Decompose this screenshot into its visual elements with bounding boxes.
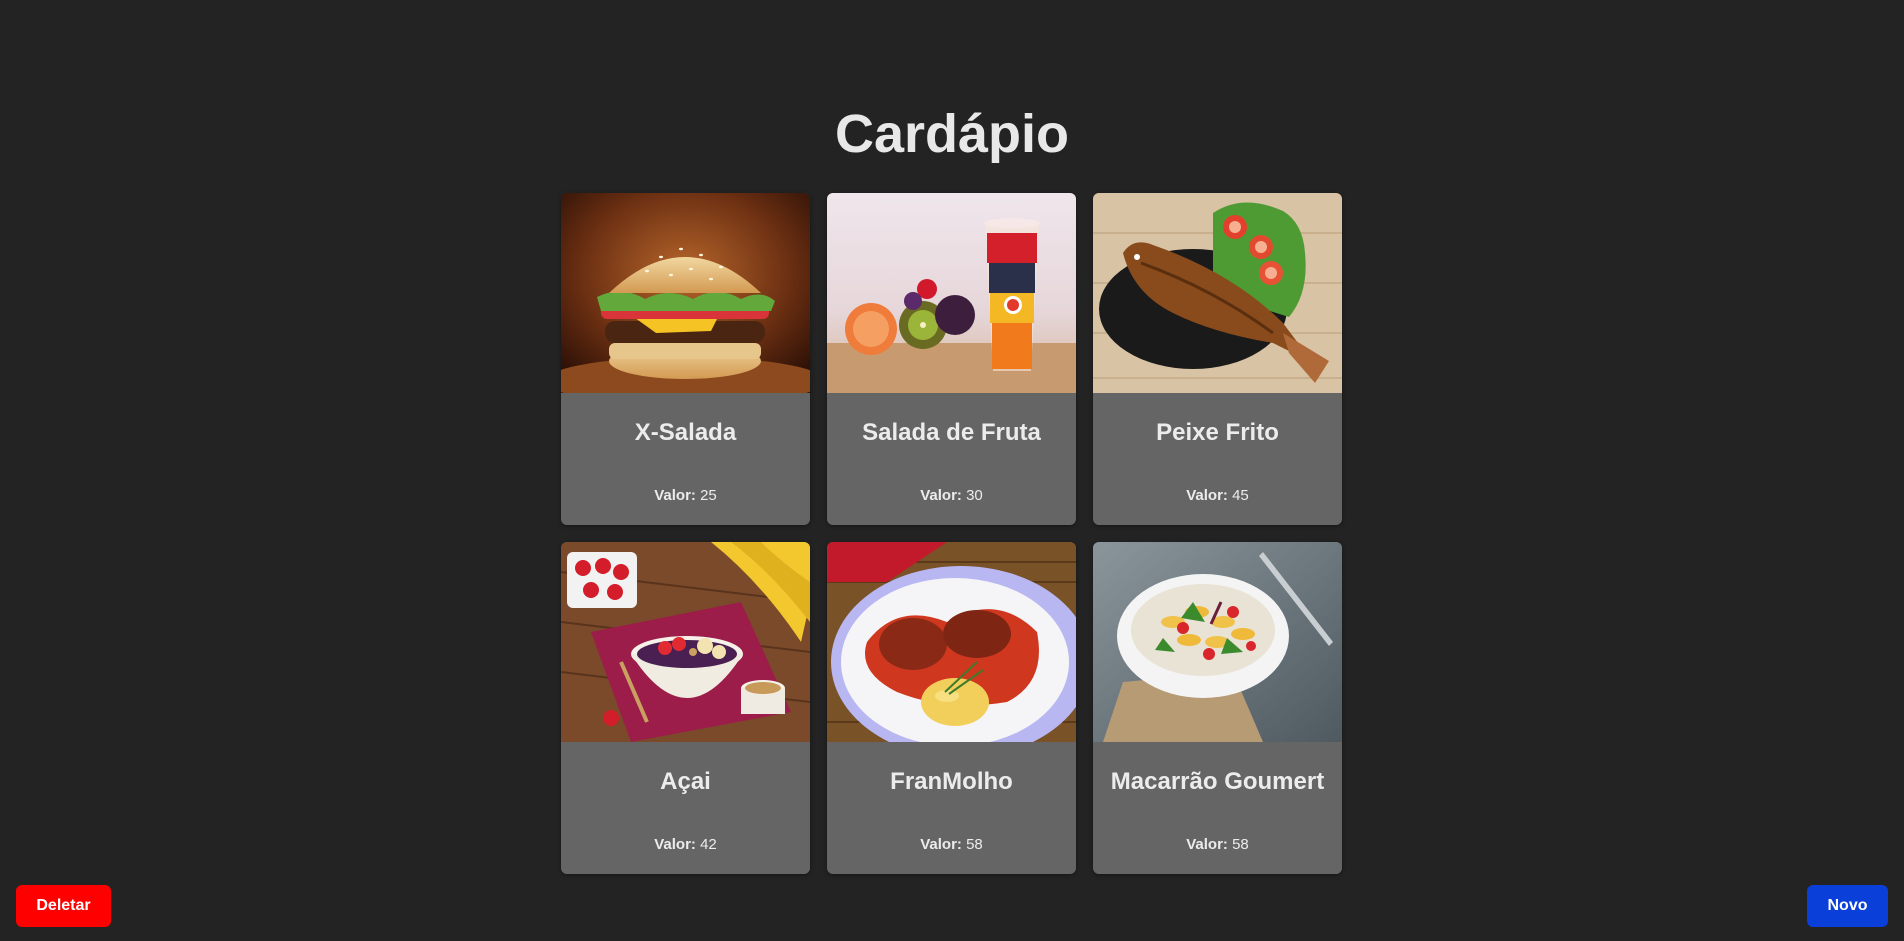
menu-item-price: Valor: 30 (827, 487, 1076, 504)
acai-bowl-image (561, 542, 810, 742)
menu-item-name: X-Salada (634, 419, 737, 446)
menu-item-name: Açai (660, 768, 711, 795)
menu-item-name: Peixe Frito (1156, 419, 1279, 446)
fruit-salad-image (827, 193, 1076, 393)
price-label: Valor: (654, 836, 696, 853)
delete-button[interactable]: Deletar (16, 885, 111, 927)
price-value: 45 (1232, 487, 1249, 504)
page: Cardápio X-Salada Valor: 25 Salada de Fr… (0, 0, 1904, 941)
price-value: 58 (966, 836, 983, 853)
menu-card[interactable]: Peixe Frito Valor: 45 (1093, 193, 1342, 525)
menu-item-price: Valor: 42 (561, 836, 810, 853)
price-label: Valor: (654, 487, 696, 504)
new-button[interactable]: Novo (1807, 885, 1888, 927)
menu-item-name: FranMolho (890, 768, 1013, 795)
pasta-salad-image (1093, 542, 1342, 742)
price-value: 30 (966, 487, 983, 504)
fried-fish-image (1093, 193, 1342, 393)
menu-card[interactable]: Salada de Fruta Valor: 30 (827, 193, 1076, 525)
page-title: Cardápio (834, 104, 1070, 164)
chicken-in-sauce-image (827, 542, 1076, 742)
menu-item-name: Macarrão Goumert (1110, 768, 1325, 795)
menu-item-price: Valor: 45 (1093, 487, 1342, 504)
menu-item-price: Valor: 58 (1093, 836, 1342, 853)
menu-grid: X-Salada Valor: 25 Salada de Fruta Valor… (561, 193, 1343, 874)
price-label: Valor: (920, 487, 962, 504)
menu-item-name: Salada de Fruta (862, 419, 1041, 446)
price-value: 58 (1232, 836, 1249, 853)
price-label: Valor: (1186, 487, 1228, 504)
menu-card[interactable]: X-Salada Valor: 25 (561, 193, 810, 525)
menu-card[interactable]: Açai Valor: 42 (561, 542, 810, 874)
price-value: 25 (700, 487, 717, 504)
burger-image (561, 193, 810, 393)
price-label: Valor: (1186, 836, 1228, 853)
price-label: Valor: (920, 836, 962, 853)
menu-card[interactable]: FranMolho Valor: 58 (827, 542, 1076, 874)
menu-card[interactable]: Macarrão Goumert Valor: 58 (1093, 542, 1342, 874)
price-value: 42 (700, 836, 717, 853)
menu-item-price: Valor: 58 (827, 836, 1076, 853)
menu-item-price: Valor: 25 (561, 487, 810, 504)
